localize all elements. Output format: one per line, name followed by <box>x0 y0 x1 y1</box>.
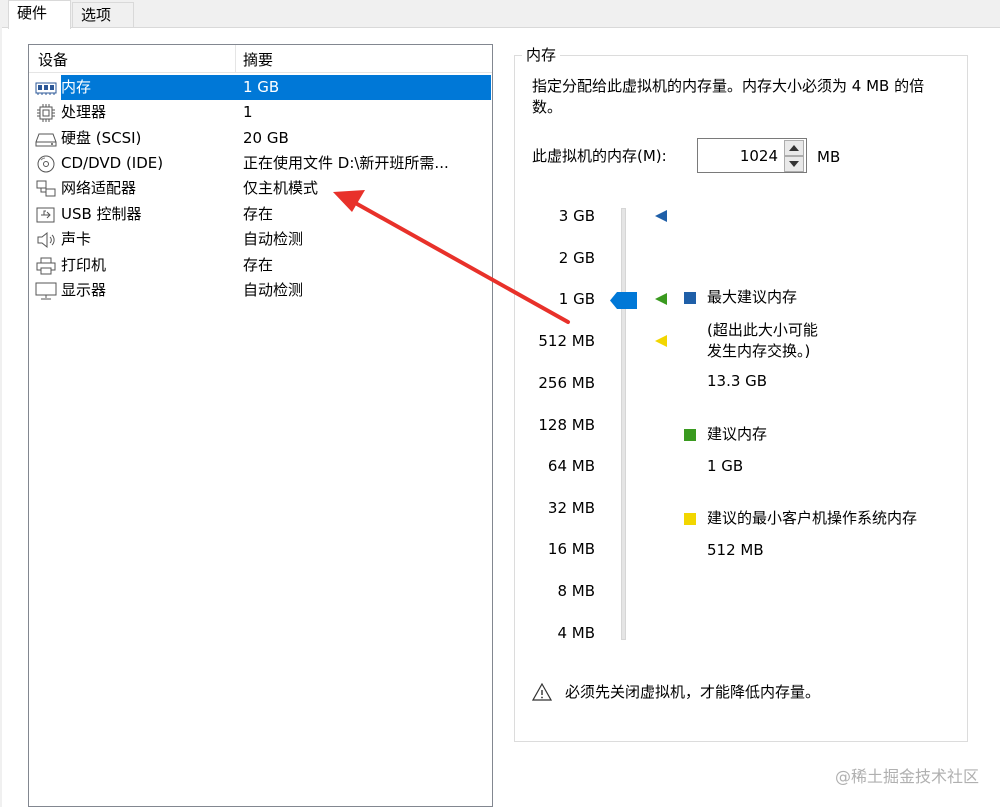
device-row-printer[interactable]: 打印机 存在 <box>29 253 492 278</box>
max-recommended-note: (超出此大小可能 发生内存交换。) <box>707 321 818 360</box>
memory-icon <box>35 79 57 97</box>
min-guest-value: 512 MB <box>707 541 764 559</box>
device-summary: 正在使用文件 D:\新开班所需... <box>243 154 449 172</box>
device-summary: 1 GB <box>243 78 280 96</box>
device-name: 硬盘 (SCSI) <box>61 129 142 147</box>
device-name: 打印机 <box>61 256 107 274</box>
device-row-sound-card[interactable]: 声卡 自动检测 <box>29 227 492 252</box>
device-summary: 存在 <box>243 205 274 223</box>
triangle-down-icon <box>789 161 799 167</box>
device-name: 处理器 <box>61 103 107 121</box>
slider-track[interactable] <box>621 208 626 640</box>
recommended-memory-marker-icon <box>655 293 667 305</box>
monitor-icon <box>35 282 57 300</box>
processor-icon <box>35 104 57 122</box>
device-summary: 仅主机模式 <box>243 179 319 197</box>
device-row-harddisk[interactable]: 硬盘 (SCSI) 20 GB <box>29 126 492 151</box>
slider-tick-label: 64 MB <box>547 457 595 475</box>
spin-up-button[interactable] <box>784 140 804 156</box>
device-summary: 自动检测 <box>243 281 304 299</box>
device-summary: 20 GB <box>243 129 289 147</box>
speaker-icon <box>35 231 57 249</box>
warning-text: 必须先关闭虚拟机，才能降低内存量。 <box>565 683 821 701</box>
slider-thumb[interactable] <box>610 292 637 309</box>
column-header-device[interactable]: 设备 <box>38 49 68 70</box>
slider-tick-label: 256 MB <box>538 374 595 392</box>
network-adapter-icon <box>35 180 57 198</box>
device-row-network-adapter[interactable]: 网络适配器 仅主机模式 <box>29 176 492 201</box>
harddisk-icon <box>35 130 57 148</box>
device-row-usb[interactable]: USB 控制器 存在 <box>29 202 492 227</box>
memory-unit: MB <box>817 148 841 166</box>
warning-icon <box>532 683 552 701</box>
spin-down-button[interactable] <box>784 156 804 172</box>
memory-input-label: 此虚拟机的内存(M): <box>532 147 667 165</box>
device-name: 内存 <box>61 78 92 96</box>
device-row-memory[interactable]: 内存 1 GB <box>29 75 492 100</box>
min-guest-title: 建议的最小客户机操作系统内存 <box>707 509 918 527</box>
max-memory-marker-icon <box>655 210 667 222</box>
column-header-summary[interactable]: 摘要 <box>243 49 273 70</box>
device-name: USB 控制器 <box>61 205 142 223</box>
device-list-header: 设备 摘要 <box>29 45 492 73</box>
max-recommended-title: 最大建议内存 <box>707 288 798 306</box>
device-summary: 1 <box>243 103 253 121</box>
slider-tick-label: 128 MB <box>538 416 595 434</box>
device-name: 声卡 <box>61 230 92 248</box>
device-row-processor[interactable]: 处理器 1 <box>29 100 492 125</box>
cd-dvd-icon <box>35 155 57 173</box>
usb-icon <box>35 206 57 224</box>
slider-tick-label: 4 MB <box>557 624 595 642</box>
min-guest-swatch <box>684 513 696 525</box>
slider-tick-label: 3 GB <box>558 207 595 225</box>
device-list[interactable]: 设备 摘要 内存 1 GB 处理器 1 硬盘 (SCSI) 20 GB CD/D… <box>28 44 493 807</box>
max-recommended-value: 13.3 GB <box>707 372 768 390</box>
watermark: @稀土掘金技术社区 <box>834 767 979 786</box>
tab-options[interactable]: 选项 <box>72 2 134 28</box>
device-summary: 存在 <box>243 256 274 274</box>
device-name: CD/DVD (IDE) <box>61 154 164 172</box>
column-separator[interactable] <box>235 45 236 73</box>
device-row-cd-dvd[interactable]: CD/DVD (IDE) 正在使用文件 D:\新开班所需... <box>29 151 492 176</box>
memory-description: 指定分配给此虚拟机的内存量。内存大小必须为 4 MB 的倍数。 <box>532 77 925 116</box>
device-name: 显示器 <box>61 281 107 299</box>
recommended-swatch <box>684 429 696 441</box>
tab-hardware[interactable]: 硬件 <box>8 0 71 29</box>
tab-bar: 硬件 选项 <box>0 0 1000 29</box>
device-row-display[interactable]: 显示器 自动检测 <box>29 278 492 303</box>
recommended-title: 建议内存 <box>707 425 768 443</box>
slider-tick-label: 1 GB <box>558 290 595 308</box>
device-name: 网络适配器 <box>61 179 137 197</box>
printer-icon <box>35 257 57 275</box>
min-guest-memory-marker-icon <box>655 335 667 347</box>
slider-tick-label: 512 MB <box>538 332 595 350</box>
triangle-up-icon <box>789 145 799 151</box>
slider-tick-label: 32 MB <box>547 499 595 517</box>
device-summary: 自动检测 <box>243 230 304 248</box>
memory-input[interactable] <box>700 141 782 170</box>
slider-tick-label: 2 GB <box>558 249 595 267</box>
slider-tick-label: 16 MB <box>547 540 595 558</box>
memory-spinbox <box>697 138 807 173</box>
recommended-value: 1 GB <box>707 457 744 475</box>
max-recommended-swatch <box>684 292 696 304</box>
memory-group-title: 内存 <box>522 44 561 65</box>
slider-tick-label: 8 MB <box>557 582 595 600</box>
